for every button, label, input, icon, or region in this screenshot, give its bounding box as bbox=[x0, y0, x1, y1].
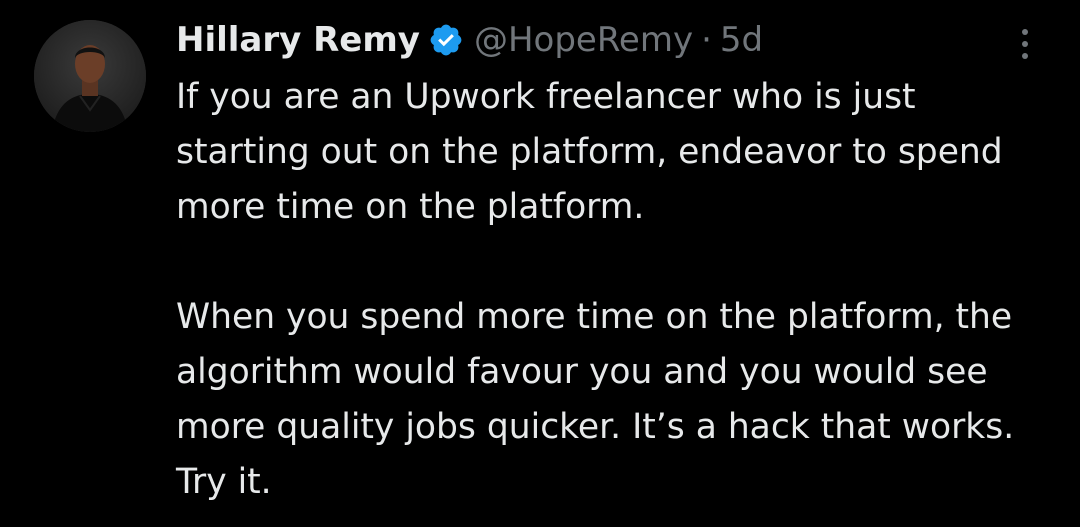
author-handle[interactable]: @HopeRemy bbox=[474, 20, 693, 60]
tweet-paragraph: If you are an Upwork freelancer who is j… bbox=[176, 77, 1003, 227]
tweet[interactable]: Hillary Remy @HopeRemy · 5d If you are a… bbox=[0, 0, 1080, 527]
tweet-text: If you are an Upwork freelancer who is j… bbox=[176, 70, 1056, 510]
timestamp[interactable]: 5d bbox=[720, 20, 763, 60]
author-display-name[interactable]: Hillary Remy bbox=[176, 20, 420, 60]
separator-dot: · bbox=[701, 20, 712, 60]
tweet-paragraph: When you spend more time on the platform… bbox=[176, 297, 1015, 502]
more-options-icon[interactable] bbox=[1010, 22, 1040, 66]
verified-badge-icon bbox=[428, 22, 464, 58]
tweet-header: Hillary Remy @HopeRemy · 5d bbox=[176, 14, 763, 66]
avatar[interactable] bbox=[34, 20, 146, 132]
